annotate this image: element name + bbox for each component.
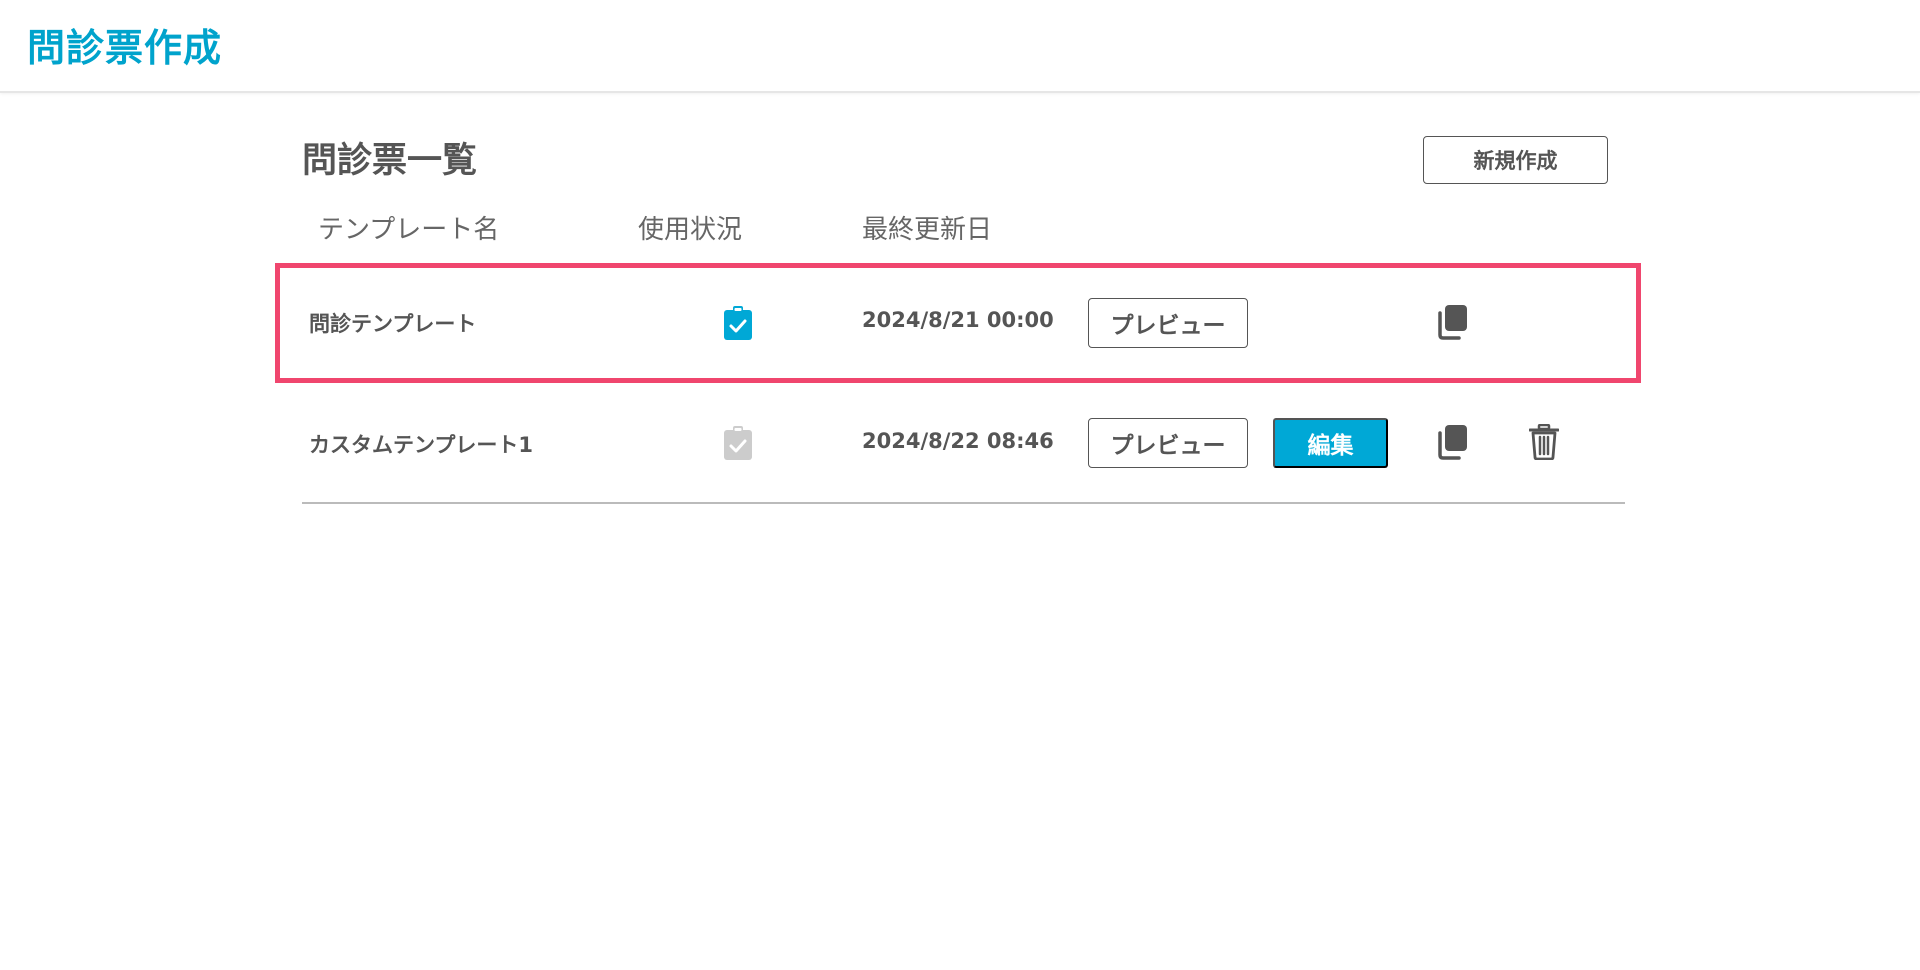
app-title: 問診票作成 [27, 26, 223, 70]
app-header: 問診票作成 [0, 0, 1920, 93]
last-updated-date: 2024/8/22 08:46 [862, 429, 1054, 453]
template-name: 問診テンプレート [309, 312, 477, 336]
column-header-usage-status: 使用状況 [638, 215, 743, 245]
edit-button[interactable]: 編集 [1273, 418, 1388, 468]
preview-button[interactable]: プレビュー [1088, 298, 1248, 348]
template-name: カスタムテンプレート1 [309, 433, 533, 457]
clipboard-check-icon [724, 306, 752, 340]
new-template-button[interactable]: 新規作成 [1423, 136, 1608, 184]
clipboard-check-icon [724, 426, 752, 460]
last-updated-date: 2024/8/21 00:00 [862, 308, 1054, 332]
table-divider [302, 502, 1625, 504]
preview-button[interactable]: プレビュー [1088, 418, 1248, 468]
copy-icon[interactable] [1435, 304, 1471, 340]
page-title: 問診票一覧 [302, 141, 478, 181]
copy-icon[interactable] [1435, 424, 1471, 460]
trash-icon[interactable] [1529, 424, 1559, 460]
column-header-last-updated: 最終更新日 [862, 215, 993, 245]
column-header-template-name: テンプレート名 [318, 215, 500, 245]
